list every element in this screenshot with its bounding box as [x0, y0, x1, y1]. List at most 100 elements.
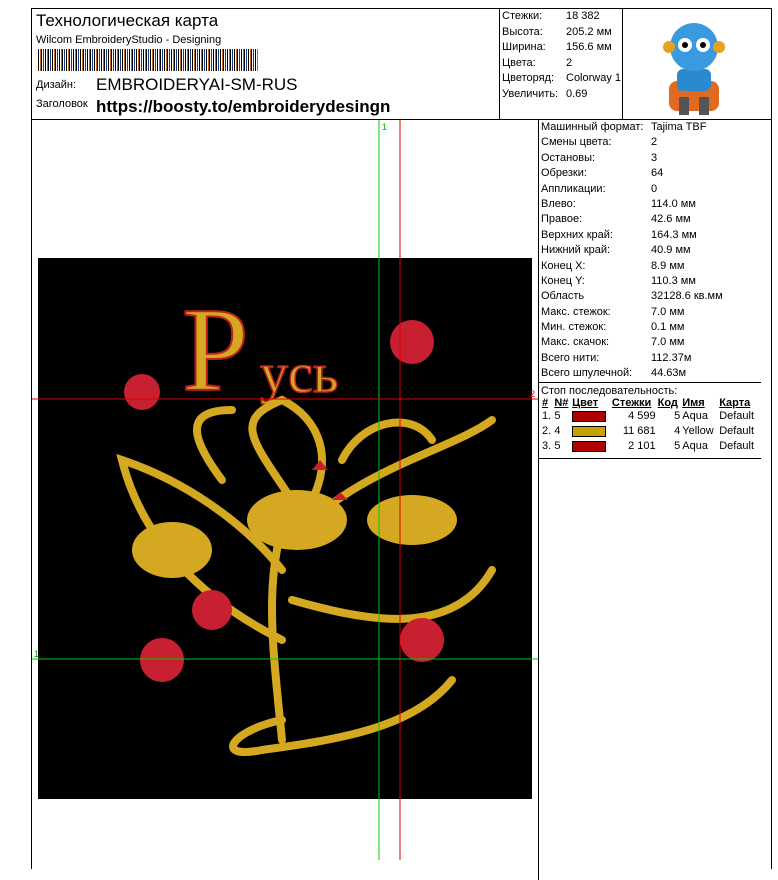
column-header: #	[542, 396, 549, 409]
table-row: 2. 4 11 681 4 Yellow Default	[541, 424, 759, 439]
info-row-label: Остановы:	[541, 151, 596, 164]
info-row-value: 7.0 мм	[651, 336, 685, 349]
info-row-label: Верхних край:	[541, 228, 613, 241]
design-label: Дизайн:	[36, 79, 77, 91]
row-index: 3.	[542, 440, 552, 453]
info-row-value: 40.9 мм	[651, 244, 691, 257]
header-block: Технологическая карта Wilcom EmbroideryS…	[32, 9, 500, 120]
svg-text:усь: усь	[260, 343, 338, 405]
info-row: Всего шпулечной: 44.63м	[539, 366, 761, 381]
stitch-count: 4 599	[628, 410, 656, 423]
stop-sequence-title: Стоп последовательность:	[541, 384, 678, 397]
robot-image	[663, 23, 725, 115]
color-cell	[571, 424, 611, 439]
stat-row-value: 18 382	[566, 10, 600, 22]
info-row: Аппликации: 0	[539, 182, 761, 197]
info-row: Правое: 42.6 мм	[539, 212, 761, 227]
stat-row: Увеличить: 0.69	[500, 87, 622, 103]
info-row: Нижний край: 40.9 мм	[539, 243, 761, 258]
color-cell	[571, 439, 611, 454]
stat-row-label: Высота:	[502, 25, 543, 38]
info-row-value: 64	[651, 167, 664, 180]
info-row: Влево: 114.0 мм	[539, 197, 761, 212]
info-row-value: 42.6 мм	[651, 213, 691, 226]
info-row: Остановы: 3	[539, 151, 761, 166]
info-row: Конец Y: 110.3 мм	[539, 274, 761, 289]
info-row-label: Мин. стежок:	[541, 321, 607, 334]
info-row-label: Аппликации:	[541, 182, 606, 195]
guide-label-h1: 1	[34, 649, 39, 659]
stat-row-label: Увеличить:	[502, 87, 559, 100]
color-code: 5	[674, 440, 681, 453]
stat-row-value: 0.69	[566, 87, 588, 100]
info-row-label: Всего шпулечной:	[541, 367, 633, 380]
stat-row: Стежки: 18 382	[500, 9, 622, 25]
column-header: N#	[554, 396, 569, 409]
svg-text:Р: Р	[182, 283, 249, 416]
info-row-value: 114.0 мм	[651, 197, 696, 210]
info-panel: Машинный формат: Tajima TBF Смены цвета: 2 О…	[539, 120, 761, 459]
info-row: Макс. скачок: 7.0 мм	[539, 335, 761, 350]
heading-value: https://boosty.to/embroiderydesingn	[96, 97, 391, 116]
color-code: 4	[674, 425, 681, 438]
column-header: Код	[657, 396, 678, 409]
color-name: Aqua	[682, 440, 708, 453]
stats-block: Стежки: 18 382 Высота: 205.2 мм Ширина: 156.6…	[500, 9, 623, 120]
info-row: Всего нити: 112.37м	[539, 351, 761, 366]
column-header: Цвет	[572, 396, 599, 409]
stop-sequence: Стоп последовательность: # N# Цвет Стежки Ко…	[539, 381, 761, 459]
stat-row: Цветоряд: Colorway 1	[500, 71, 622, 87]
info-row-value: 110.3 мм	[651, 274, 696, 287]
stat-row-label: Ширина:	[502, 41, 546, 53]
color-swatch	[572, 425, 607, 437]
stat-row-label: Цветоряд:	[502, 72, 555, 84]
design-value: EMBROIDERYAI-SM-RUS	[96, 75, 298, 94]
info-row-label: Конец Y:	[541, 274, 585, 287]
info-row-label: Область	[541, 290, 585, 303]
page-title: Технологическая карта	[36, 11, 219, 30]
row-index: 2.	[542, 425, 552, 438]
info-row-value: 0	[651, 182, 658, 195]
info-row-label: Влево:	[541, 197, 576, 210]
column-header: Стежки	[611, 396, 652, 409]
design-thumbnail	[623, 9, 771, 120]
barcode	[38, 49, 258, 71]
info-row-value: 164.3 мм	[651, 228, 697, 241]
info-row-value: 112.37м	[651, 351, 692, 364]
info-row-label: Всего нити:	[541, 351, 600, 364]
info-row: Обрезки: 64	[539, 166, 761, 181]
embroidery-design: Р усь 1 1 2	[32, 120, 538, 860]
info-row: Макс. стежок: 7.0 мм	[539, 305, 761, 320]
stat-row-value: Colorway 1	[566, 72, 622, 84]
stat-row-value: 2	[566, 56, 573, 69]
info-row-label: Нижний край:	[541, 244, 611, 257]
heading-label: Заголовок	[36, 98, 88, 110]
info-row-value: 2	[651, 136, 658, 149]
info-row-label: Макс. скачок:	[541, 336, 610, 349]
info-row-value: 0.1 мм	[651, 321, 685, 334]
stat-row-label: Цвета:	[502, 56, 536, 69]
info-row: Смены цвета: 2	[539, 135, 761, 150]
info-row: Мин. стежок: 0.1 мм	[539, 320, 761, 335]
color-name: Yellow	[682, 425, 714, 438]
worksheet-page: Технологическая карта Wilcom EmbroideryS…	[31, 8, 772, 880]
stat-row: Высота: 205.2 мм	[500, 25, 622, 41]
info-row-label: Правое:	[541, 213, 583, 226]
row-index: 1.	[542, 410, 552, 423]
info-row-label: Конец X:	[541, 259, 586, 272]
info-row-value: 3	[651, 151, 658, 164]
software-name: Wilcom EmbroideryStudio - Designing	[36, 34, 222, 46]
info-row-value: 7.0 мм	[651, 305, 685, 318]
info-row-value: 32128.6 кв.мм	[651, 290, 723, 303]
stop-sequence-table: # N# Цвет Стежки Код Имя Карта 1. 5 4 599 5 Aqua De…	[541, 397, 759, 454]
info-row: Верхних край: 164.3 мм	[539, 228, 761, 243]
stitch-count: 2 101	[628, 440, 656, 453]
info-row-value: 44.63м	[651, 367, 687, 380]
stat-row-label: Стежки:	[502, 10, 543, 22]
color-code: 5	[674, 410, 681, 423]
needle-number: 4	[554, 425, 561, 438]
needle-number: 5	[554, 410, 561, 423]
column-header: Карта	[719, 396, 751, 409]
stat-row-value: 205.2 мм	[566, 25, 612, 38]
info-row-value: 8.9 мм	[651, 259, 685, 272]
